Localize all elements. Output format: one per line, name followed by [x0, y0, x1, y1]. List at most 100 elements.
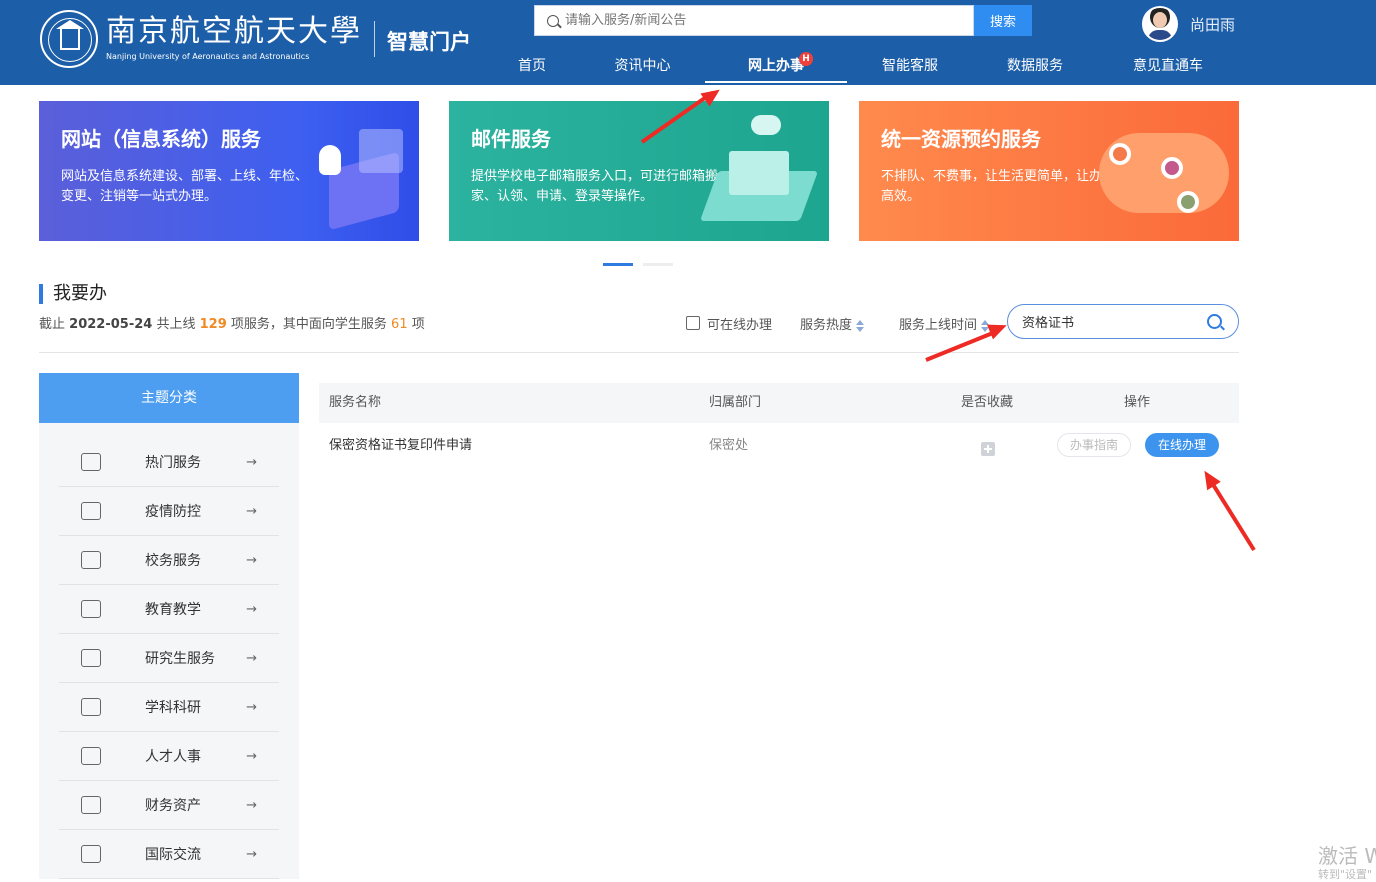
university-logo[interactable]: 南京航空航天大學 Nanjing University of Aeronauti… — [40, 10, 471, 68]
online-apply-button[interactable]: 在线办理 — [1145, 433, 1219, 457]
sidebar-item-label: 疫情防控 — [145, 504, 201, 520]
sidebar-item[interactable]: 财务资产 → — [59, 781, 279, 830]
university-name-en: Nanjing University of Aeronautics and As… — [106, 52, 310, 61]
header-bar: 南京航空航天大學 Nanjing University of Aeronauti… — [0, 0, 1376, 85]
nav-item-smart-support[interactable]: 智能客服 — [868, 50, 952, 83]
sidebar-item[interactable]: 国际交流 → — [59, 830, 279, 879]
column-header-favorite: 是否收藏 — [961, 395, 1014, 410]
laptop-cloud-illustration-icon — [699, 111, 819, 236]
service-guide-button[interactable]: 办事指南 — [1057, 433, 1131, 457]
university-name-cn: 南京航空航天大學 — [106, 14, 362, 49]
sidebar-item[interactable]: 研究生服务 → — [59, 634, 279, 683]
cloud-network-illustration-icon — [1079, 121, 1239, 231]
compass-icon — [81, 698, 101, 716]
section-title: 我要办 — [39, 284, 107, 304]
carousel-dot[interactable] — [643, 263, 673, 266]
server-icon — [81, 453, 101, 471]
hot-badge: H — [799, 52, 813, 66]
banner-title: 邮件服务 — [471, 127, 551, 151]
summary-total: 129 — [199, 317, 227, 332]
user-profile[interactable]: 尚田雨 — [1142, 6, 1235, 42]
sidebar-item[interactable]: 热门服务 → — [59, 438, 279, 487]
nav-item-feedback[interactable]: 意见直通车 — [1118, 50, 1218, 83]
university-seal-icon — [40, 10, 98, 68]
atom-icon — [81, 502, 101, 520]
banner-mail-service[interactable]: 邮件服务 提供学校电子邮箱服务入口，可进行邮箱搬家、认领、申请、登录等操作。 — [449, 101, 829, 241]
sidebar-item-label: 学科科研 — [145, 700, 201, 716]
banner-desc: 网站及信息系统建设、部署、上线、年检、变更、注销等一站式办理。 — [61, 169, 309, 204]
sidebar-item[interactable]: 疫情防控 → — [59, 487, 279, 536]
table-header: 服务名称 归属部门 是否收藏 操作 — [319, 383, 1239, 423]
arrow-right-icon: → — [246, 699, 257, 715]
banner-website-service[interactable]: 网站（信息系统）服务 网站及信息系统建设、部署、上线、年检、变更、注销等一站式办… — [39, 101, 419, 241]
global-search-button[interactable]: 搜索 — [974, 5, 1032, 36]
search-icon[interactable] — [1207, 314, 1222, 329]
user-name[interactable]: 尚田雨 — [1190, 14, 1235, 35]
graduate-icon — [81, 649, 101, 667]
sort-by-online-time[interactable]: 服务上线时间 — [899, 314, 990, 333]
avatar[interactable] — [1142, 6, 1178, 42]
sidebar-item-label: 教育教学 — [145, 602, 201, 618]
sidebar-item-label: 热门服务 — [145, 455, 201, 471]
arrow-right-icon: → — [246, 503, 257, 519]
arrow-right-icon: → — [246, 846, 257, 862]
nav-item-data-services[interactable]: 数据服务 — [993, 50, 1077, 83]
sort-by-heat[interactable]: 服务热度 — [800, 314, 865, 333]
nav-item-home[interactable]: 首页 — [497, 50, 567, 83]
divider — [39, 352, 1239, 353]
arrow-right-icon: → — [246, 650, 257, 666]
global-search-box — [534, 5, 974, 36]
online-only-label[interactable]: 可在线办理 — [707, 314, 772, 333]
network-icon — [81, 747, 101, 765]
service-name[interactable]: 保密资格证书复印件申请 — [329, 423, 472, 469]
sidebar-item[interactable]: 校务服务 → — [59, 536, 279, 585]
sidebar-item-label: 国际交流 — [145, 847, 201, 863]
service-summary: 截止 2022-05-24 共上线 129 项服务，其中面向学生服务 61 项 — [39, 317, 425, 332]
global-search-input[interactable] — [565, 13, 945, 28]
grid-icon — [81, 845, 101, 863]
column-header-name: 服务名称 — [329, 395, 382, 410]
service-search-box — [1007, 304, 1239, 339]
banner-title: 网站（信息系统）服务 — [61, 127, 261, 151]
carousel-dot[interactable] — [603, 263, 633, 266]
banner-desc: 提供学校电子邮箱服务入口，可进行邮箱搬家、认领、申请、登录等操作。 — [471, 169, 719, 204]
carousel-indicator — [603, 263, 673, 266]
sidebar-item-label: 财务资产 — [145, 798, 201, 814]
activation-watermark-sub: 转到"设置" — [1318, 868, 1373, 881]
robot-cube-illustration-icon — [299, 121, 409, 231]
banner-title: 统一资源预约服务 — [881, 127, 1041, 151]
coins-icon — [81, 600, 101, 618]
service-dept: 保密处 — [709, 438, 749, 453]
arrow-right-icon: → — [246, 454, 257, 470]
column-header-dept: 归属部门 — [709, 395, 762, 410]
activation-watermark: 激活 W — [1318, 844, 1376, 868]
sidebar-item-label: 研究生服务 — [145, 651, 215, 667]
add-favorite-icon[interactable] — [981, 442, 995, 456]
service-search-input[interactable] — [1022, 314, 1192, 329]
sidebar-header: 主题分类 — [39, 373, 299, 423]
portal-name: 智慧门户 — [387, 30, 471, 54]
arrow-right-icon: → — [246, 601, 257, 617]
arrow-right-icon: → — [246, 748, 257, 764]
ledger-icon — [81, 796, 101, 814]
sidebar-item[interactable]: 学科科研 → — [59, 683, 279, 732]
summary-date: 2022-05-24 — [69, 317, 153, 332]
sort-icon — [856, 319, 865, 332]
nav-item-online-services[interactable]: 网上办事 H — [705, 50, 847, 83]
banner-resource-booking[interactable]: 统一资源预约服务 不排队、不费事，让生活更简单，让办事更高效。 — [859, 101, 1239, 241]
tie-icon — [81, 551, 101, 569]
nav-item-news[interactable]: 资讯中心 — [600, 50, 685, 83]
column-header-actions: 操作 — [1124, 395, 1151, 410]
summary-student-count: 61 — [391, 317, 408, 332]
sidebar-item-label: 人才人事 — [145, 749, 201, 765]
arrow-right-icon: → — [246, 552, 257, 568]
search-icon — [547, 14, 559, 27]
sidebar-item[interactable]: 教育教学 → — [59, 585, 279, 634]
logo-divider — [374, 21, 375, 57]
online-only-checkbox[interactable] — [686, 316, 700, 330]
sidebar-item-label: 校务服务 — [145, 553, 201, 569]
sidebar-item[interactable]: 人才人事 → — [59, 732, 279, 781]
arrow-right-icon: → — [246, 797, 257, 813]
nav-item-label: 网上办事 — [748, 58, 804, 74]
table-row: 保密资格证书复印件申请 保密处 办事指南 在线办理 — [319, 423, 1239, 469]
